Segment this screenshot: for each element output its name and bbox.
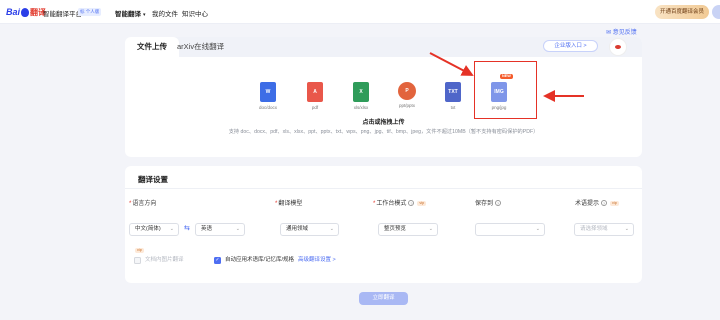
file-type-word[interactable]: W doc/docx	[248, 82, 288, 110]
file-type-row[interactable]: W doc/docx A pdf X xls/xlsx P ppt/pptx T…	[125, 82, 642, 122]
file-ext-label: xls/xlsx	[353, 105, 369, 110]
logo-text: Bai	[6, 7, 21, 17]
nav-label: 智能翻译	[115, 11, 141, 18]
tab-arxiv[interactable]: arXiv在线翻译	[177, 37, 224, 57]
mode-select[interactable]: 整页预览 ⌄	[378, 223, 438, 236]
advanced-settings-link[interactable]: 高级翻译设置 >	[298, 257, 336, 264]
help-icon[interactable]: ?	[495, 200, 502, 207]
divider	[125, 188, 642, 189]
label-text: 术语提示	[575, 201, 600, 207]
enterprise-button[interactable]: 企业版入口 >	[543, 40, 598, 52]
file-ext-label: ppt/pptx	[398, 103, 415, 108]
label-text: 翻译模型	[278, 201, 303, 207]
term-domain-select[interactable]: 请选择领域 ⌄	[574, 223, 634, 236]
settings-card: 翻译设置 *语言方向 *翻译模型 *工作台模式? vip 保存到? 术语提示? vi…	[125, 166, 642, 283]
image-translate-label: 文档内图片翻译	[145, 257, 184, 263]
chevron-down-icon: ▾	[143, 12, 146, 18]
chevron-down-icon: ⌄	[535, 226, 540, 232]
required-mark: *	[373, 201, 376, 207]
auto-apply-checkbox[interactable]: ✓	[214, 257, 221, 264]
nav-smart-translate[interactable]: 智能翻译 ▾	[115, 8, 146, 18]
mascot-icon	[609, 38, 627, 56]
help-icon[interactable]: ?	[408, 200, 415, 207]
drop-zone-title[interactable]: 点击或拖拽上传	[125, 117, 642, 126]
paw-icon	[21, 7, 30, 17]
drop-zone-subtitle: 支持 doc、docx、pdf、xls、xlsx、ppt、pptx、txt、wp…	[228, 129, 539, 135]
select-value: 中文(简体)	[135, 226, 161, 232]
word-file-icon: W	[260, 82, 276, 102]
label-text: 保存到	[475, 201, 494, 207]
image-translate-checkbox[interactable]	[134, 257, 141, 264]
label-save-to: 保存到?	[475, 198, 502, 207]
label-text: 语言方向	[132, 201, 157, 207]
upload-tabs: 文件上传 arXiv在线翻译 企业版入口 >	[125, 37, 642, 57]
file-ext-label: doc/docx	[258, 105, 277, 110]
save-to-select[interactable]: ⌄	[475, 223, 545, 236]
label-text: 工作台模式	[376, 201, 407, 207]
chevron-down-icon: ⌄	[329, 226, 334, 232]
select-value: 整页预览	[384, 226, 407, 232]
required-mark: *	[129, 201, 132, 207]
top-navbar: Bai 翻译 智能翻译平台 标 个人版 智能翻译 ▾ 我的文件 知识中心 开通百度…	[0, 0, 720, 24]
product-name: 智能翻译平台	[43, 11, 82, 18]
file-type-pdf[interactable]: A pdf	[295, 82, 335, 110]
chevron-down-icon: ⌄	[624, 226, 629, 232]
chevron-down-icon: ⌄	[169, 226, 174, 232]
feedback-link[interactable]: ✉ 意见反馈	[606, 27, 637, 36]
txt-file-icon: TXT	[445, 82, 461, 102]
label-term-hint: 术语提示? vip	[575, 198, 619, 207]
label-language-direction: *语言方向	[129, 198, 156, 207]
select-value: 通用领域	[286, 226, 309, 232]
model-select[interactable]: 通用领域 ⌄	[280, 223, 339, 236]
nav-my-files[interactable]: 我的文件	[152, 8, 178, 18]
chevron-down-icon: ⌄	[428, 226, 433, 232]
file-ext-label: txt	[450, 105, 456, 110]
vip-button[interactable]: 开通百度翻译会员	[655, 5, 709, 19]
help-icon[interactable]: ?	[601, 200, 608, 207]
file-type-txt[interactable]: TXT txt	[433, 82, 473, 110]
source-language-select[interactable]: 中文(简体) ⌄	[129, 223, 179, 236]
select-value: 英语	[201, 226, 213, 232]
select-placeholder: 请选择领域	[580, 226, 608, 232]
powerpoint-file-icon: P	[398, 82, 416, 100]
excel-file-icon: X	[353, 82, 369, 102]
feedback-label: 意见反馈	[612, 30, 637, 36]
settings-title: 翻译设置	[138, 175, 168, 184]
swap-languages-icon[interactable]: ⇆	[184, 224, 190, 232]
translate-button[interactable]: 立即翻译	[359, 292, 408, 305]
vip-tag: vip	[610, 200, 619, 206]
upload-card: 文件上传 arXiv在线翻译 企业版入口 > W doc/docx A pdf …	[125, 37, 642, 157]
chevron-down-icon: ⌄	[235, 226, 240, 232]
auto-apply-label: 自动应用术语库/记忆库/规格	[225, 257, 295, 263]
file-type-excel[interactable]: X xls/xlsx	[341, 82, 381, 110]
version-badge: 标 个人版	[78, 8, 102, 16]
target-language-select[interactable]: 英语 ⌄	[195, 223, 245, 236]
avatar[interactable]	[712, 5, 720, 19]
vip-tag: vip	[417, 200, 427, 206]
file-type-powerpoint[interactable]: P ppt/pptx	[387, 82, 427, 108]
vip-tag: vip	[135, 248, 144, 253]
highlight-box	[474, 61, 537, 119]
file-ext-label: pdf	[311, 105, 319, 110]
tab-file-upload[interactable]: 文件上传	[125, 37, 179, 57]
label-workspace-mode: *工作台模式? vip	[373, 198, 427, 207]
label-translation-model: *翻译模型	[275, 198, 302, 207]
baidu-translate-logo[interactable]: Bai 翻译	[6, 6, 46, 18]
pdf-file-icon: A	[307, 82, 323, 102]
required-mark: *	[275, 201, 278, 207]
nav-knowledge-center[interactable]: 知识中心	[182, 8, 208, 18]
